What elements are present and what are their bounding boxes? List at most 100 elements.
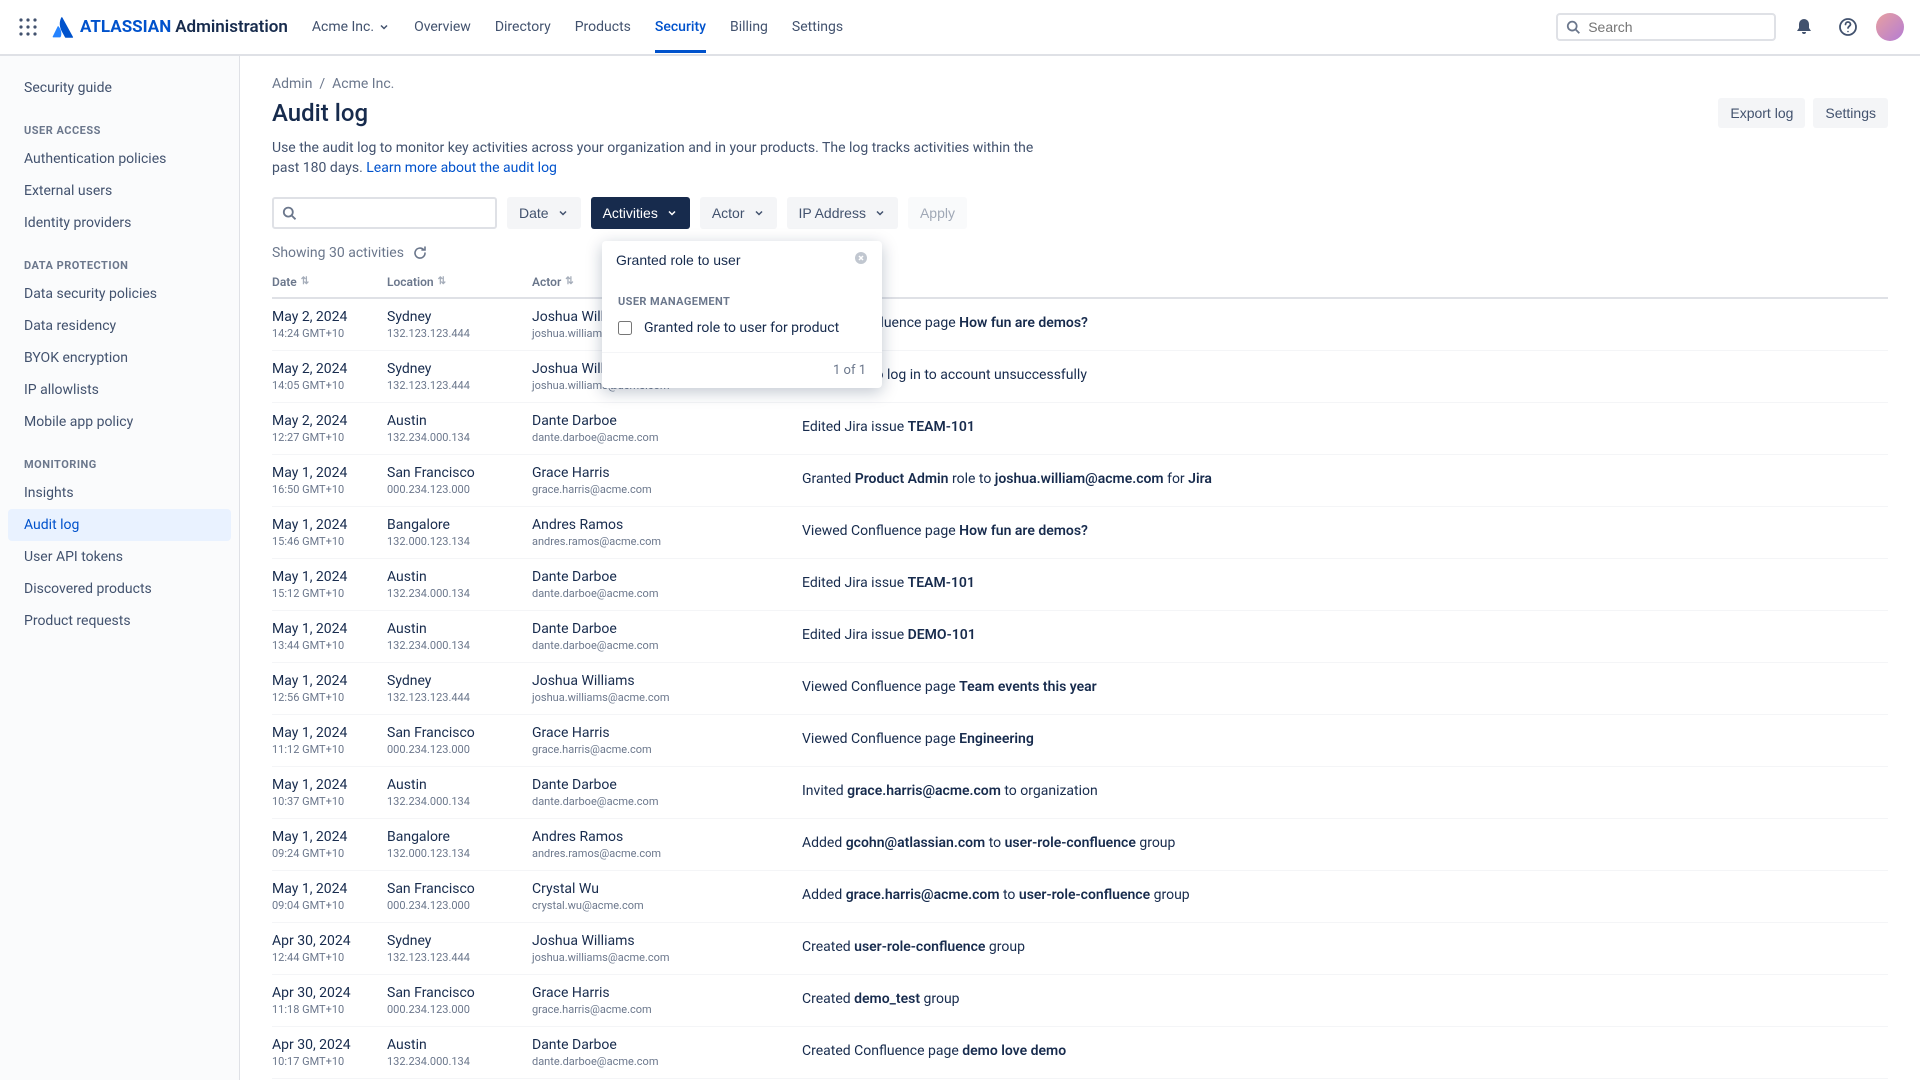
notifications-icon[interactable] bbox=[1788, 11, 1820, 43]
topnav-directory[interactable]: Directory bbox=[495, 1, 551, 53]
topnav-billing[interactable]: Billing bbox=[730, 1, 768, 53]
sidebar-item-authentication-policies[interactable]: Authentication policies bbox=[0, 143, 239, 175]
filter-search-input[interactable] bbox=[302, 205, 487, 221]
sidebar-item-data-security-policies[interactable]: Data security policies bbox=[0, 278, 239, 310]
cell-location: San Francisco000.234.123.000 bbox=[387, 881, 532, 912]
cell-date: Apr 30, 202410:17 GMT+10 bbox=[272, 1037, 387, 1068]
sort-icon: ⇅ bbox=[438, 276, 446, 287]
refresh-icon[interactable] bbox=[412, 245, 428, 261]
cell-actor: Dante Darboedante.darboe@acme.com bbox=[532, 621, 802, 652]
sidebar-item-ip-allowlists[interactable]: IP allowlists bbox=[0, 374, 239, 406]
cell-location: Austin132.234.000.134 bbox=[387, 621, 532, 652]
result-count: Showing 30 activities bbox=[272, 245, 1888, 261]
table-row[interactable]: May 2, 202412:27 GMT+10Austin132.234.000… bbox=[272, 403, 1888, 455]
settings-button[interactable]: Settings bbox=[1813, 98, 1888, 128]
table-row[interactable]: Apr 30, 202410:17 GMT+10Austin132.234.00… bbox=[272, 1027, 1888, 1079]
cell-location: Sydney132.123.123.444 bbox=[387, 309, 532, 340]
column-date[interactable]: Date⇅ bbox=[272, 275, 387, 289]
cell-actor: Crystal Wucrystal.wu@acme.com bbox=[532, 881, 802, 912]
table-row[interactable]: Apr 30, 202411:18 GMT+10San Francisco000… bbox=[272, 975, 1888, 1027]
cell-actor: Grace Harrisgrace.harris@acme.com bbox=[532, 465, 802, 496]
app-switcher-icon[interactable] bbox=[16, 15, 40, 39]
table-row[interactable]: May 2, 202414:05 GMT+10Sydney132.123.123… bbox=[272, 351, 1888, 403]
page-description: Use the audit log to monitor key activit… bbox=[272, 138, 1062, 179]
dropdown-section-header: USER MANAGEMENT bbox=[602, 287, 882, 312]
dropdown-checkbox[interactable] bbox=[618, 321, 632, 335]
cell-date: May 2, 202414:24 GMT+10 bbox=[272, 309, 387, 340]
cell-location: San Francisco000.234.123.000 bbox=[387, 985, 532, 1016]
filter-date-button[interactable]: Date bbox=[507, 197, 581, 229]
table-row[interactable]: May 1, 202413:44 GMT+10Austin132.234.000… bbox=[272, 611, 1888, 663]
dropdown-search-input[interactable] bbox=[616, 252, 854, 268]
main-content: Admin / Acme Inc. Audit log Export log S… bbox=[240, 56, 1920, 1080]
table-row[interactable]: May 1, 202415:46 GMT+10Bangalore132.000.… bbox=[272, 507, 1888, 559]
dropdown-option[interactable]: Granted role to user for product bbox=[602, 312, 882, 344]
cell-location: Austin132.234.000.134 bbox=[387, 569, 532, 600]
cell-location: Austin132.234.000.134 bbox=[387, 1037, 532, 1068]
apply-button[interactable]: Apply bbox=[908, 197, 967, 229]
table-row[interactable]: May 1, 202415:12 GMT+10Austin132.234.000… bbox=[272, 559, 1888, 611]
topnav-settings[interactable]: Settings bbox=[792, 1, 843, 53]
page-title: Audit log bbox=[272, 99, 368, 127]
org-switcher[interactable]: Acme Inc. bbox=[312, 19, 390, 35]
cell-actor: Andres Ramosandres.ramos@acme.com bbox=[532, 517, 802, 548]
search-input[interactable] bbox=[1588, 19, 1766, 35]
breadcrumb: Admin / Acme Inc. bbox=[272, 76, 1888, 92]
topnav-overview[interactable]: Overview bbox=[414, 1, 471, 53]
chevron-down-icon bbox=[874, 207, 886, 219]
cell-date: Apr 30, 202411:18 GMT+10 bbox=[272, 985, 387, 1016]
table-row[interactable]: May 1, 202416:50 GMT+10San Francisco000.… bbox=[272, 455, 1888, 507]
chevron-down-icon bbox=[753, 207, 765, 219]
atlassian-logo[interactable]: ATLASSIAN Administration bbox=[52, 16, 288, 38]
sidebar-item-external-users[interactable]: External users bbox=[0, 175, 239, 207]
sidebar-item-user-api-tokens[interactable]: User API tokens bbox=[0, 541, 239, 573]
sidebar-item-discovered-products[interactable]: Discovered products bbox=[0, 573, 239, 605]
cell-date: May 1, 202415:12 GMT+10 bbox=[272, 569, 387, 600]
cell-action: Created user-role-confluence group bbox=[802, 933, 1888, 955]
filter-search-box[interactable] bbox=[272, 197, 497, 229]
breadcrumb-org[interactable]: Acme Inc. bbox=[332, 76, 394, 92]
topnav-security[interactable]: Security bbox=[655, 1, 706, 53]
cell-location: Austin132.234.000.134 bbox=[387, 777, 532, 808]
cell-date: May 1, 202415:46 GMT+10 bbox=[272, 517, 387, 548]
filter-actor-button[interactable]: Actor bbox=[700, 197, 777, 229]
cell-actor: Dante Darboedante.darboe@acme.com bbox=[532, 1037, 802, 1068]
sidebar-item-mobile-app-policy[interactable]: Mobile app policy bbox=[0, 406, 239, 438]
cell-action: Viewed Confluence page Engineering bbox=[802, 725, 1888, 747]
sidebar-section-header: DATA PROTECTION bbox=[0, 239, 239, 278]
column-location[interactable]: Location⇅ bbox=[387, 275, 532, 289]
cell-action: Edited Jira issue TEAM-101 bbox=[802, 569, 1888, 591]
sidebar-item-product-requests[interactable]: Product requests bbox=[0, 605, 239, 637]
filter-bar: Date Activities Actor IP Address Apply bbox=[272, 197, 1888, 229]
cell-date: May 1, 202413:44 GMT+10 bbox=[272, 621, 387, 652]
learn-more-link[interactable]: Learn more about the audit log bbox=[366, 160, 557, 176]
table-row[interactable]: May 1, 202412:56 GMT+10Sydney132.123.123… bbox=[272, 663, 1888, 715]
sidebar-item-audit-log[interactable]: Audit log bbox=[8, 509, 231, 541]
column-action: Action bbox=[802, 275, 1888, 289]
sidebar-item-security-guide[interactable]: Security guide bbox=[0, 72, 239, 104]
table-row[interactable]: Apr 30, 202412:44 GMT+10Sydney132.123.12… bbox=[272, 923, 1888, 975]
sidebar-item-data-residency[interactable]: Data residency bbox=[0, 310, 239, 342]
sidebar-item-insights[interactable]: Insights bbox=[0, 477, 239, 509]
clear-icon[interactable] bbox=[854, 251, 868, 269]
filter-ip-button[interactable]: IP Address bbox=[787, 197, 898, 229]
help-icon[interactable] bbox=[1832, 11, 1864, 43]
sidebar-item-byok-encryption[interactable]: BYOK encryption bbox=[0, 342, 239, 374]
breadcrumb-admin[interactable]: Admin bbox=[272, 76, 312, 92]
cell-actor: Grace Harrisgrace.harris@acme.com bbox=[532, 725, 802, 756]
global-search[interactable] bbox=[1556, 13, 1776, 41]
topnav-products[interactable]: Products bbox=[575, 1, 631, 53]
sidebar-item-identity-providers[interactable]: Identity providers bbox=[0, 207, 239, 239]
cell-date: May 2, 202414:05 GMT+10 bbox=[272, 361, 387, 392]
chevron-down-icon bbox=[378, 21, 390, 33]
table-row[interactable]: May 1, 202411:12 GMT+10San Francisco000.… bbox=[272, 715, 1888, 767]
table-row[interactable]: May 1, 202409:04 GMT+10San Francisco000.… bbox=[272, 871, 1888, 923]
filter-activities-button[interactable]: Activities bbox=[591, 197, 690, 229]
brand-text: Administration bbox=[175, 17, 288, 37]
table-row[interactable]: May 1, 202410:37 GMT+10Austin132.234.000… bbox=[272, 767, 1888, 819]
user-avatar[interactable] bbox=[1876, 13, 1904, 41]
cell-action: Invited grace.harris@acme.com to organiz… bbox=[802, 777, 1888, 799]
table-row[interactable]: May 1, 202409:24 GMT+10Bangalore132.000.… bbox=[272, 819, 1888, 871]
export-log-button[interactable]: Export log bbox=[1718, 98, 1805, 128]
table-row[interactable]: May 2, 202414:24 GMT+10Sydney132.123.123… bbox=[272, 299, 1888, 351]
